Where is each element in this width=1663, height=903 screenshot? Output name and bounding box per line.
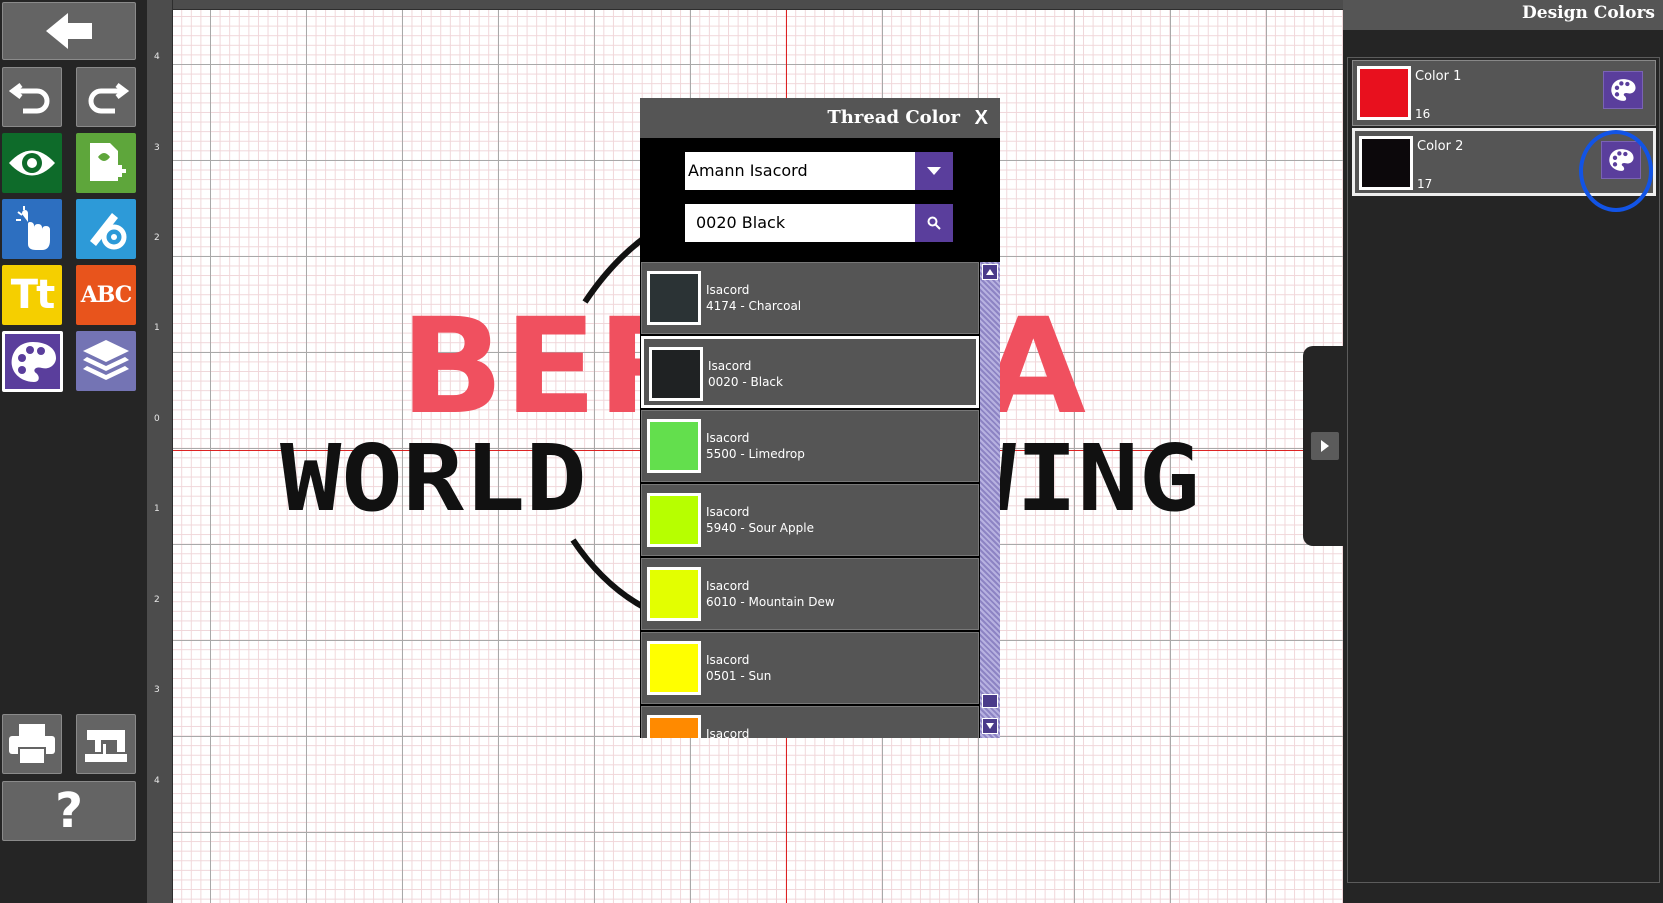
add-design-button[interactable]	[76, 133, 136, 193]
back-button[interactable]	[2, 2, 136, 60]
thread-brand: Isacord	[708, 359, 752, 373]
thread-item[interactable]: Isacord 5500 - Limedrop	[641, 410, 979, 482]
palette-icon	[11, 341, 56, 382]
ruler-label: 1	[154, 504, 160, 514]
chevron-right-icon	[1321, 440, 1329, 452]
color-name: Color 1	[1415, 69, 1462, 84]
ruler-label: 0	[154, 414, 160, 424]
left-ruler: 4 3 2 1 0 1 2 3 4	[147, 0, 173, 903]
ruler-label: 4	[154, 52, 160, 62]
palette-icon	[1611, 79, 1636, 101]
thread-search-input[interactable]: 0020 Black	[685, 204, 915, 242]
back-arrow-icon	[46, 13, 92, 49]
thread-item[interactable]: Isacord 0501 - Sun	[641, 632, 979, 704]
thread-swatch	[647, 493, 701, 547]
thread-color-dialog: Thread Color X Amann Isacord 0020 Black …	[640, 98, 1000, 738]
ruler-label: 2	[154, 233, 160, 243]
change-color-button[interactable]	[1603, 71, 1643, 109]
thread-swatch	[647, 271, 701, 325]
add-design-icon	[90, 143, 126, 181]
print-button[interactable]	[2, 714, 62, 774]
close-button[interactable]: X	[975, 98, 988, 138]
color-count: 17	[1417, 177, 1433, 191]
search-button[interactable]	[915, 204, 953, 242]
left-toolbar: Tt ABC ?	[0, 0, 147, 903]
brand-dropdown-button[interactable]	[915, 152, 953, 190]
undo-button[interactable]	[2, 67, 62, 127]
thread-swatch	[647, 419, 701, 473]
thread-item-selected[interactable]: Isacord 0020 - Black	[641, 336, 979, 408]
highlight-circle	[1579, 130, 1653, 212]
edit-gear-icon	[90, 213, 127, 250]
thread-swatch	[647, 715, 701, 738]
monogram-button[interactable]: ABC	[76, 265, 136, 325]
scroll-thumb[interactable]	[982, 694, 998, 708]
thread-item[interactable]: Isacord 5940 - Sour Apple	[641, 484, 979, 556]
thread-swatch	[647, 641, 701, 695]
printer-icon	[9, 724, 55, 765]
scroll-up-button[interactable]	[982, 264, 998, 280]
thread-name: 4174 - Charcoal	[706, 299, 802, 313]
help-button[interactable]: ?	[2, 781, 136, 841]
thread-name: 5500 - Limedrop	[706, 447, 805, 461]
search-icon	[927, 216, 941, 230]
undo-icon	[9, 83, 50, 114]
thread-list[interactable]: Isacord 4174 - Charcoal Isacord 0020 - Bla…	[640, 262, 980, 738]
chevron-up-icon	[986, 269, 994, 275]
monogram-abc-icon: ABC	[80, 282, 133, 308]
thread-brand: Isacord	[706, 505, 750, 519]
scroll-down-button[interactable]	[982, 718, 998, 734]
dialog-title-bar: Thread Color X	[640, 98, 1000, 138]
help-icon: ?	[55, 783, 83, 839]
panel-title: Design Colors	[1343, 0, 1663, 30]
panel-toggle-tab	[1303, 346, 1343, 546]
layers-icon	[83, 340, 129, 380]
ruler-label: 1	[154, 323, 160, 333]
thread-swatch	[647, 567, 701, 621]
colors-button[interactable]	[2, 331, 63, 392]
dialog-title: Thread Color	[827, 107, 960, 128]
brand-select[interactable]: Amann Isacord	[685, 152, 915, 190]
ruler-label: 3	[154, 685, 160, 695]
thread-name: 0501 - Sun	[706, 669, 772, 683]
chevron-down-icon	[927, 167, 941, 175]
ruler-label: 4	[154, 776, 160, 786]
thread-item[interactable]: Isacord	[641, 706, 979, 738]
select-button[interactable]	[2, 199, 62, 259]
color-count: 16	[1415, 107, 1431, 121]
sew-button[interactable]	[76, 714, 136, 774]
ruler-label: 3	[154, 143, 160, 153]
thread-name: 5940 - Sour Apple	[706, 521, 814, 535]
eye-icon	[9, 150, 55, 176]
redo-button[interactable]	[76, 67, 136, 127]
color-row-1[interactable]: Color 1 16	[1352, 60, 1656, 126]
layers-button[interactable]	[76, 331, 136, 391]
expand-panel-button[interactable]	[1311, 432, 1339, 460]
view-button[interactable]	[2, 133, 62, 193]
color-swatch	[1357, 66, 1411, 120]
thread-name: 0020 - Black	[708, 375, 783, 389]
text-button[interactable]: Tt	[2, 265, 62, 325]
thread-brand: Isacord	[706, 579, 750, 593]
edit-settings-button[interactable]	[76, 199, 136, 259]
thread-item[interactable]: Isacord 6010 - Mountain Dew	[641, 558, 979, 630]
thread-list-scrollbar[interactable]	[980, 262, 1000, 738]
thread-item[interactable]: Isacord 4174 - Charcoal	[641, 262, 979, 334]
thread-swatch	[649, 347, 703, 401]
ruler-label: 2	[154, 595, 160, 605]
redo-icon	[88, 83, 129, 114]
thread-brand: Isacord	[706, 727, 750, 738]
color-name: Color 2	[1417, 139, 1464, 154]
thread-name: 6010 - Mountain Dew	[706, 595, 835, 609]
chevron-down-icon	[986, 723, 994, 729]
top-ruler	[147, 0, 1343, 10]
thread-brand: Isacord	[706, 653, 750, 667]
color-swatch	[1359, 136, 1413, 190]
pointer-hand-icon	[16, 206, 50, 250]
text-tt-icon: Tt	[10, 272, 55, 318]
sewing-machine-icon	[85, 730, 127, 762]
thread-brand: Isacord	[706, 283, 750, 297]
thread-brand: Isacord	[706, 431, 750, 445]
